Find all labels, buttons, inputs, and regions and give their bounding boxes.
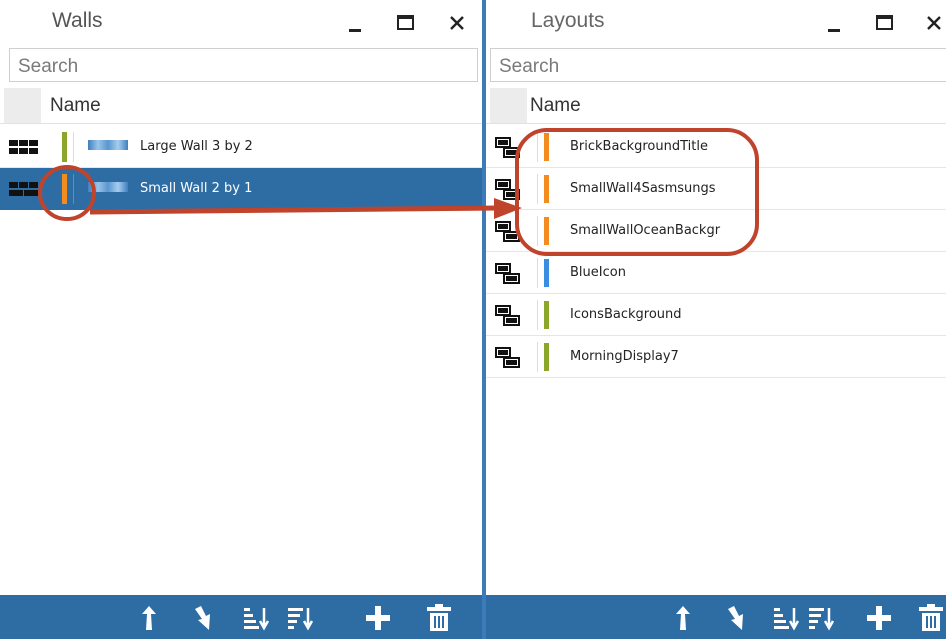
wall-row-label: Large Wall 3 by 2 xyxy=(140,139,253,154)
layout-row[interactable]: MorningDisplay7 xyxy=(486,336,946,378)
wall-thumbnail xyxy=(88,140,128,150)
header-divider xyxy=(0,123,482,124)
cell-divider xyxy=(537,258,538,288)
walls-panel: Walls Search Name Large Wall 3 by 2 Smal… xyxy=(0,0,482,639)
row-separator xyxy=(486,377,946,378)
layouts-search-input[interactable]: Search xyxy=(490,48,946,82)
layout-row[interactable]: SmallWallOceanBackgr xyxy=(486,210,946,252)
layout-icon xyxy=(495,347,520,368)
layout-color-bar xyxy=(544,133,549,161)
layout-row[interactable]: BlueIcon xyxy=(486,252,946,294)
layout-icon xyxy=(495,221,520,242)
close-icon[interactable] xyxy=(920,10,946,36)
layout-row-label: BlueIcon xyxy=(570,265,626,280)
move-up-icon[interactable] xyxy=(134,603,164,633)
sort-descending-icon[interactable] xyxy=(806,603,836,633)
cell-divider xyxy=(73,174,74,204)
layout-row-label: BrickBackgroundTitle xyxy=(570,139,708,154)
layout-icon xyxy=(495,179,520,200)
layout-row[interactable]: IconsBackground xyxy=(486,294,946,336)
move-up-icon[interactable] xyxy=(668,603,698,633)
header-divider xyxy=(486,123,946,124)
layout-icon xyxy=(495,137,520,158)
layout-row-label: MorningDisplay7 xyxy=(570,349,679,364)
sort-ascending-icon[interactable] xyxy=(771,603,801,633)
walls-search-input[interactable]: Search xyxy=(9,48,478,82)
move-down-icon[interactable] xyxy=(722,603,752,633)
maximize-icon[interactable] xyxy=(392,10,420,36)
layouts-panel: Layouts Search Name BrickBackgroundTitle… xyxy=(486,0,946,639)
walls-titlebar: Walls xyxy=(0,0,482,46)
layouts-title: Layouts xyxy=(531,9,605,32)
column-header-spacer xyxy=(490,88,527,124)
delete-icon[interactable] xyxy=(424,603,454,633)
column-header-spacer xyxy=(4,88,41,124)
close-icon[interactable] xyxy=(443,10,471,36)
cell-divider xyxy=(537,174,538,204)
layouts-titlebar: Layouts xyxy=(486,0,946,46)
walls-title: Walls xyxy=(52,9,103,32)
wall-grid-3x2-icon xyxy=(9,140,38,154)
wall-row-large-wall[interactable]: Large Wall 3 by 2 xyxy=(0,126,482,168)
wall-color-bar xyxy=(62,174,67,204)
layout-color-bar xyxy=(544,301,549,329)
walls-list: Large Wall 3 by 2 Small Wall 2 by 1 xyxy=(0,126,482,210)
cell-divider xyxy=(537,300,538,330)
add-icon[interactable] xyxy=(363,603,393,633)
sort-descending-icon[interactable] xyxy=(285,603,315,633)
layout-row-label: SmallWall4Sasmsungs xyxy=(570,181,716,196)
layout-color-bar xyxy=(544,259,549,287)
sort-ascending-icon[interactable] xyxy=(241,603,271,633)
cell-divider xyxy=(537,132,538,162)
wall-thumbnail xyxy=(88,182,128,192)
wall-row-small-wall[interactable]: Small Wall 2 by 1 xyxy=(0,168,482,210)
add-icon[interactable] xyxy=(864,603,894,633)
layout-row-label: IconsBackground xyxy=(570,307,682,322)
minimize-icon[interactable] xyxy=(341,10,369,36)
layouts-toolbar xyxy=(486,595,946,639)
name-column-header[interactable]: Name xyxy=(50,95,101,117)
wall-row-label: Small Wall 2 by 1 xyxy=(140,181,253,196)
cell-divider xyxy=(73,132,74,162)
cell-divider xyxy=(537,342,538,372)
minimize-icon[interactable] xyxy=(820,10,848,36)
name-column-header[interactable]: Name xyxy=(530,95,581,117)
layouts-list: BrickBackgroundTitle SmallWall4Sasmsungs… xyxy=(486,126,946,378)
walls-column-header: Name xyxy=(0,88,482,124)
layout-icon xyxy=(495,305,520,326)
layout-row-label: SmallWallOceanBackgr xyxy=(570,223,721,238)
layout-row[interactable]: BrickBackgroundTitle xyxy=(486,126,946,168)
wall-grid-2x1-icon xyxy=(9,182,38,196)
walls-toolbar xyxy=(0,595,482,639)
maximize-icon[interactable] xyxy=(871,10,899,36)
layouts-column-header: Name xyxy=(486,88,946,124)
layout-color-bar xyxy=(544,217,549,245)
layout-icon xyxy=(495,263,520,284)
delete-icon[interactable] xyxy=(916,603,946,633)
layout-color-bar xyxy=(544,175,549,203)
layout-color-bar xyxy=(544,343,549,371)
cell-divider xyxy=(537,216,538,246)
layout-row[interactable]: SmallWall4Sasmsungs xyxy=(486,168,946,210)
wall-color-bar xyxy=(62,132,67,162)
move-down-icon[interactable] xyxy=(189,603,219,633)
